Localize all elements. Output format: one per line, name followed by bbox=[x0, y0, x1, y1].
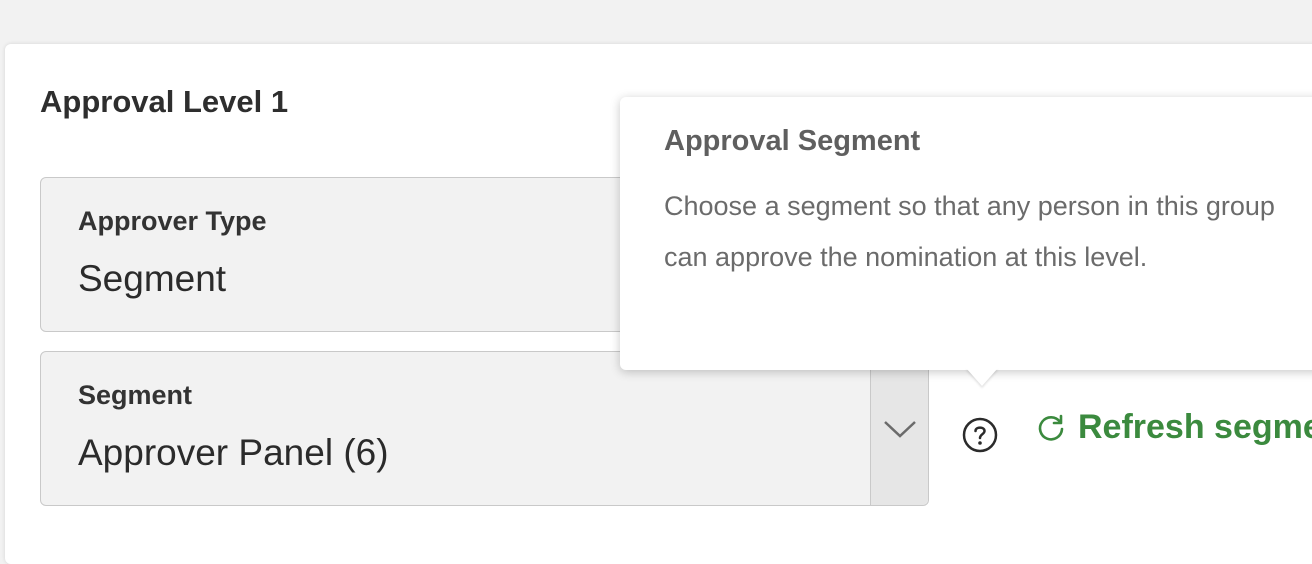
approver-type-label: Approver Type bbox=[78, 206, 267, 236]
help-tooltip: Approval Segment Choose a segment so tha… bbox=[620, 97, 1312, 370]
tooltip-body: Choose a segment so that any person in t… bbox=[664, 191, 1275, 272]
refresh-icon bbox=[1038, 414, 1064, 441]
approval-level-title: Approval Level 1 bbox=[40, 84, 289, 119]
segment-select[interactable]: Segment Approver Panel (6) bbox=[40, 351, 929, 506]
question-circle-icon[interactable] bbox=[962, 417, 998, 453]
approver-type-value: Segment bbox=[78, 258, 227, 299]
refresh-segments-button[interactable]: Refresh segme bbox=[1036, 408, 1312, 447]
segment-dropdown-button[interactable] bbox=[870, 352, 928, 505]
refresh-segments-label: Refresh segme bbox=[1078, 408, 1312, 446]
segment-label: Segment bbox=[78, 380, 193, 410]
chevron-down-icon bbox=[883, 420, 916, 438]
segment-value: Approver Panel (6) bbox=[78, 432, 389, 473]
tooltip-arrow bbox=[966, 368, 998, 386]
tooltip-title: Approval Segment bbox=[664, 125, 921, 157]
